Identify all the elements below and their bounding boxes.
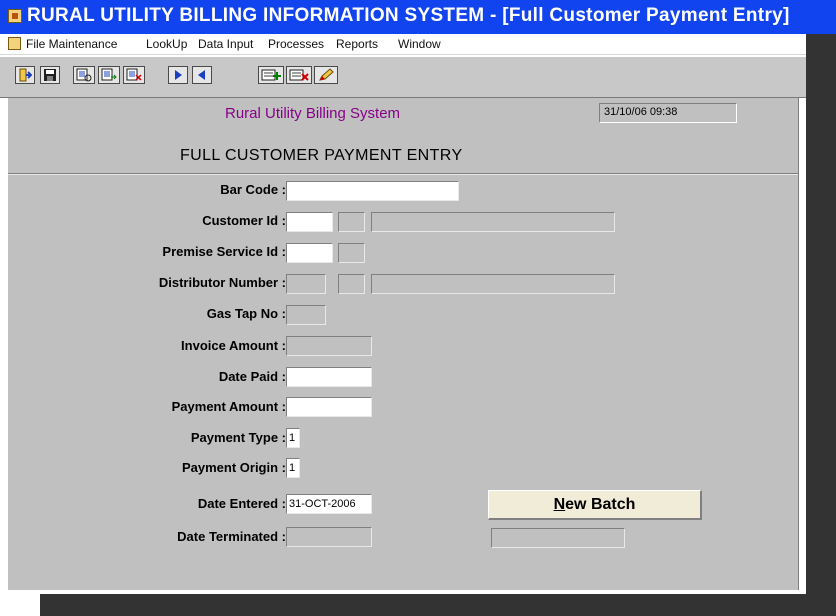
customer-id-code-field: [338, 212, 365, 232]
date-paid-label: Date Paid :: [218, 369, 286, 384]
gas-tap-no-field: [286, 305, 326, 325]
menu-lookup[interactable]: LookUp: [146, 37, 187, 51]
distributor-name-field: [371, 274, 615, 294]
insert-record-icon[interactable]: [258, 66, 284, 84]
gas-tap-no-label: Gas Tap No :: [206, 306, 286, 321]
distributor-number-label: Distributor Number :: [158, 275, 286, 290]
payment-origin-label: Payment Origin :: [181, 460, 286, 475]
premise-service-code-field: [338, 243, 365, 263]
new-batch-label: ew Batch: [565, 495, 636, 513]
payment-type-label: Payment Type :: [190, 430, 286, 445]
query-icon[interactable]: [73, 66, 95, 84]
payment-amount-input[interactable]: [286, 397, 372, 417]
menu-file-maintenance[interactable]: File Maintenance: [26, 37, 117, 51]
title-bar: RURAL UTILITY BILLING INFORMATION SYSTEM…: [0, 0, 836, 34]
app-title: Rural Utility Billing System: [225, 105, 401, 122]
app-icon[interactable]: [8, 9, 22, 23]
exit-icon[interactable]: [15, 66, 35, 84]
menu-window[interactable]: Window: [398, 37, 441, 51]
page-title: FULL CUSTOMER PAYMENT ENTRY: [180, 147, 463, 164]
invoice-amount-field: [286, 336, 372, 356]
menu-bar: File Maintenance LookUp Data Input Proce…: [0, 34, 836, 55]
title-divider-highlight: [8, 174, 798, 175]
window-background-bottom: [40, 594, 836, 616]
menu-data-input[interactable]: Data Input: [198, 37, 253, 51]
window-background-right: [806, 34, 836, 616]
edit-icon[interactable]: [314, 66, 338, 84]
payment-type-input[interactable]: 1: [286, 428, 300, 448]
distributor-number-field: [286, 274, 326, 294]
datetime-display: 31/10/06 09:38: [599, 103, 737, 123]
customer-name-field: [371, 212, 615, 232]
distributor-code-field: [338, 274, 365, 294]
toolbar: [0, 56, 806, 98]
new-batch-mnemonic: N: [553, 495, 566, 513]
premise-service-id-label: Premise Service Id :: [162, 244, 286, 259]
menu-reports[interactable]: Reports: [336, 37, 378, 51]
bar-code-input[interactable]: [286, 181, 459, 201]
date-entered-label: Date Entered :: [197, 496, 286, 511]
date-entered-input[interactable]: 31-OCT-2006: [286, 494, 372, 514]
invoice-amount-label: Invoice Amount :: [181, 338, 286, 353]
date-paid-input[interactable]: [286, 367, 372, 387]
delete-record-icon[interactable]: [286, 66, 312, 84]
date-terminated-label: Date Terminated :: [177, 529, 286, 544]
next-record-icon[interactable]: [168, 66, 188, 84]
save-icon[interactable]: [40, 66, 60, 84]
payment-amount-label: Payment Amount :: [171, 399, 286, 414]
payment-origin-input[interactable]: 1: [286, 458, 300, 478]
customer-id-label: Customer Id :: [202, 213, 286, 228]
menu-processes[interactable]: Processes: [268, 37, 324, 51]
date-terminated-field: [286, 527, 372, 547]
execute-query-icon[interactable]: [98, 66, 120, 84]
customer-id-input[interactable]: [286, 212, 333, 232]
premise-service-id-input[interactable]: [286, 243, 333, 263]
cancel-query-icon[interactable]: [123, 66, 145, 84]
bar-code-label: Bar Code :: [220, 182, 286, 197]
previous-record-icon[interactable]: [192, 66, 212, 84]
batch-info-field: [491, 528, 625, 548]
window-title: RURAL UTILITY BILLING INFORMATION SYSTEM…: [27, 5, 790, 26]
document-icon[interactable]: [8, 37, 21, 50]
new-batch-button[interactable]: New Batch: [488, 490, 702, 520]
